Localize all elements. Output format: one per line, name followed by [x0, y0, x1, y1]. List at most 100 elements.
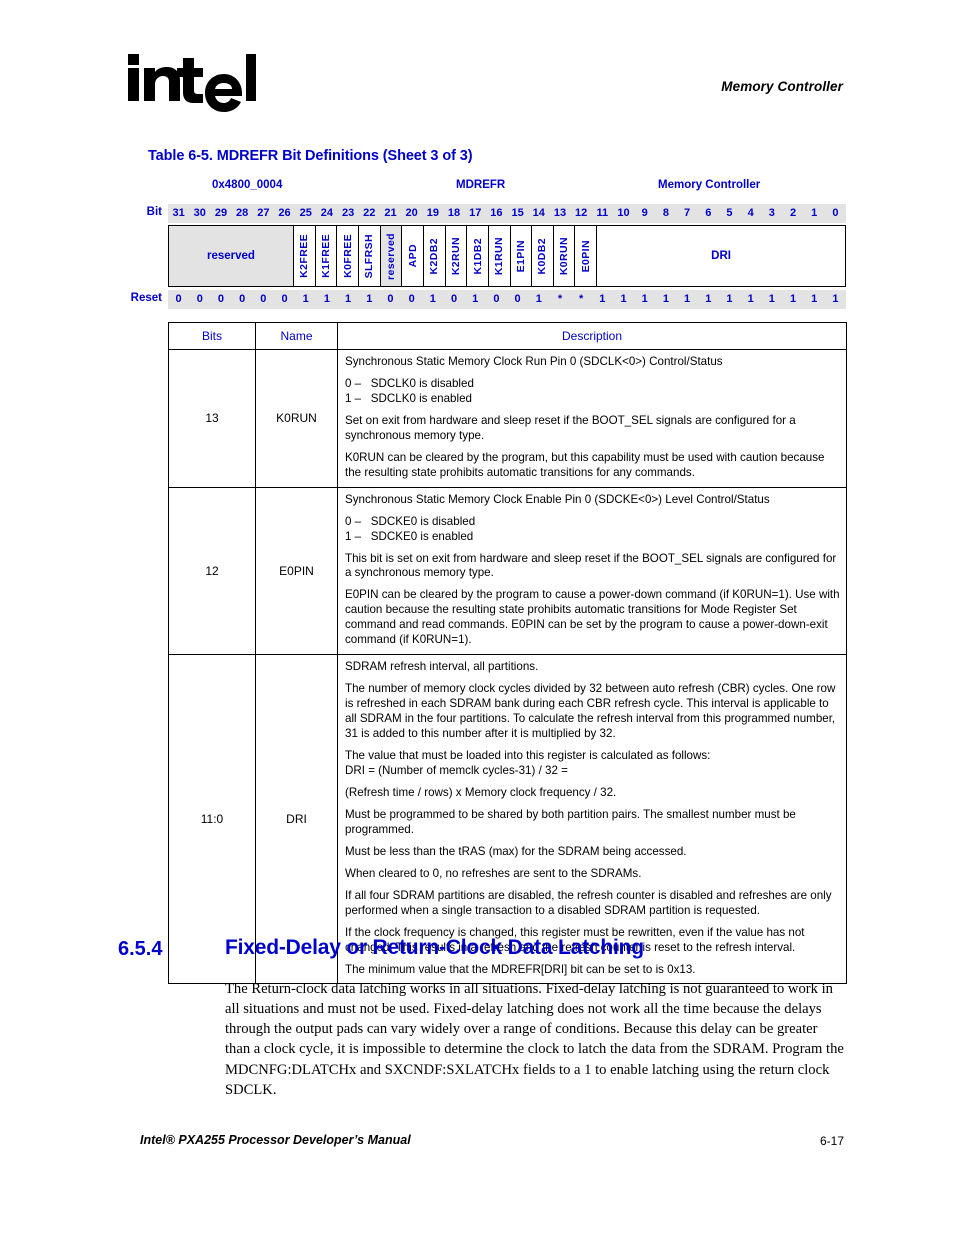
- description-paragraph: Must be programmed to be shared by both …: [345, 807, 796, 836]
- cell-bits: 12: [168, 486, 256, 656]
- column-header-bits: Bits: [168, 322, 256, 350]
- description-paragraph: When cleared to 0, no refreshes are sent…: [345, 866, 642, 880]
- reset-value: 0: [408, 293, 415, 305]
- description-paragraph: SDRAM refresh interval, all partitions.: [345, 660, 539, 674]
- bit-number: 21: [384, 207, 397, 219]
- cell-name: E0PIN: [255, 486, 338, 656]
- table-caption: Table 6-5. MDREFR Bit Definitions (Sheet…: [148, 148, 473, 164]
- description-paragraph: E0PIN can be cleared by the program to c…: [345, 588, 840, 647]
- reset-value: 1: [662, 293, 669, 305]
- bit-number: 1: [811, 207, 818, 219]
- bit-field-label: K1RUN: [493, 236, 506, 276]
- reset-value: 0: [260, 293, 267, 305]
- bit-number: 11: [596, 207, 609, 219]
- bit-field-cell: E1PIN: [510, 226, 533, 286]
- table-row: 12 E0PIN Synchronous Static Memory Clock E…: [168, 486, 847, 656]
- reset-value: 0: [450, 293, 458, 305]
- description-value-item: 0 – SDCLK0 is disabled: [345, 376, 474, 390]
- reset-value: 1: [302, 293, 309, 305]
- bit-field-cell: APD: [402, 226, 424, 286]
- bit-number: 29: [214, 207, 228, 219]
- register-name: MDREFR: [456, 179, 506, 191]
- description-value-list: 0 – SDCKE0 is disabled 1 – SDCKE0 is enab…: [345, 515, 840, 545]
- bit-field-label: E0PIN: [579, 239, 592, 273]
- description-value-item: The value that must be loaded into this …: [345, 749, 711, 763]
- description-paragraph: K0RUN can be cleared by the program, but…: [345, 450, 825, 479]
- bit-field-cell: reserved: [380, 226, 403, 286]
- intel-logo: [126, 52, 256, 114]
- reset-value: 1: [641, 293, 648, 305]
- cell-bits: 13: [168, 349, 256, 488]
- bit-field-cell: K0RUN: [553, 226, 576, 286]
- bit-number-row: 31 30 29 28 27 26 25 24 23 22 21 20 19 18 17 16 15 14 13 12…: [168, 204, 846, 223]
- bit-field-row: reserved K2FREE K1FREE K0FREE SLFRSH reserved…: [168, 225, 846, 287]
- bit-field-label: SLFRSH: [363, 233, 376, 279]
- reset-value: 0: [239, 293, 246, 305]
- bit-field-label: reserved: [206, 250, 255, 262]
- reset-row-label: Reset: [130, 292, 162, 304]
- bit-number: 8: [662, 207, 669, 219]
- footer-page-number: 6-17: [819, 1134, 844, 1148]
- reset-value: 0: [514, 293, 521, 305]
- reset-value: 1: [366, 293, 373, 305]
- bit-field-cell: reserved: [169, 226, 294, 286]
- bit-field-label: K2FREE: [298, 234, 311, 278]
- section-paragraph: The Return-clock data latching works in …: [225, 981, 844, 1098]
- bit-number: 10: [617, 207, 630, 219]
- bit-number: 15: [511, 207, 524, 219]
- reset-value: 1: [747, 293, 754, 305]
- description-paragraph: Synchronous Static Memory Clock Enable P…: [345, 492, 770, 506]
- reset-value: 0: [493, 293, 500, 305]
- reset-value: 1: [429, 293, 436, 305]
- reset-value: 0: [387, 293, 394, 305]
- bit-field-label: K0DB2: [536, 237, 549, 275]
- bit-number: 7: [684, 207, 691, 219]
- bit-number: 31: [172, 207, 185, 219]
- description-paragraph: The minimum value that the MDREFR[DRI] b…: [345, 962, 696, 976]
- description-value-item: 0 – SDCKE0 is disabled: [345, 514, 476, 528]
- bit-number: 22: [363, 207, 376, 219]
- reset-value-row: 0 0 0 0 0 0 1 1 1 1 0 0 1 0 1 0 0 1 * * 1 1 1 1 1 1 1 1 1 1 1 1: [168, 290, 846, 309]
- reset-value: 1: [599, 293, 606, 305]
- bit-number: 3: [768, 207, 775, 219]
- reset-value: 1: [811, 293, 818, 305]
- intel-logo-icon: [128, 54, 256, 112]
- description-paragraph: Synchronous Static Memory Clock Run Pin …: [345, 355, 723, 368]
- bit-field-label: reserved: [384, 232, 397, 280]
- bit-field-label: APD: [406, 244, 419, 268]
- description-paragraph: Must be less than the tRAS (max) for the…: [345, 844, 687, 858]
- description-paragraph: This bit is set on exit from hardware an…: [345, 551, 837, 580]
- bit-number-band: Bit 31 30 29 28 27 26 25 24 23 22 21 20 19 18 17 16 15 14…: [147, 204, 846, 223]
- bit-number: 17: [469, 207, 482, 219]
- bit-field-cell: K1FREE: [315, 226, 338, 286]
- bit-number: 14: [532, 207, 545, 219]
- bit-number: 4: [747, 207, 754, 219]
- table-body: 13 K0RUN Synchronous Static Memory Clock R…: [168, 349, 847, 985]
- bit-field-label: K2DB2: [428, 237, 441, 275]
- description-paragraph: The number of memory clock cycles divide…: [345, 682, 836, 741]
- bit-field-label: K0FREE: [341, 234, 354, 278]
- table-row: 13 K0RUN Synchronous Static Memory Clock R…: [168, 349, 847, 488]
- bit-field-label: E1PIN: [514, 239, 527, 273]
- description-value-list: The value that must be loaded into this …: [345, 749, 840, 779]
- bit-field-cell: K2RUN: [445, 226, 468, 286]
- bit-field-cell: K0DB2: [532, 226, 554, 286]
- reset-value: 1: [684, 293, 691, 305]
- cell-name: K0RUN: [255, 349, 338, 488]
- document-page: Memory Controller Table 6-5. MDREFR Bit …: [0, 0, 954, 1235]
- bit-number: 0: [832, 207, 839, 219]
- bit-number: 30: [193, 207, 206, 219]
- bit-field-label: K0RUN: [558, 236, 571, 276]
- register-bitmap: Bit 31 30 29 28 27 26 25 24 23 22 21 20 19 18 17 16 15 14…: [131, 204, 846, 309]
- table-row: 11:0 DRI SDRAM refresh interval, all parti…: [168, 654, 847, 985]
- reset-value: 1: [832, 293, 839, 305]
- bit-field-cell: K1DB2: [467, 226, 489, 286]
- reset-value: 1: [705, 293, 712, 305]
- cell-description: Synchronous Static Memory Clock Enable P…: [337, 486, 847, 656]
- bit-number: 9: [641, 207, 648, 219]
- reset-value: 1: [620, 293, 627, 305]
- column-header-description: Description: [337, 322, 847, 350]
- bit-field-cell: K2DB2: [423, 226, 446, 286]
- reset-value: 0: [175, 293, 182, 305]
- register-address: 0x4800_0004: [212, 179, 283, 191]
